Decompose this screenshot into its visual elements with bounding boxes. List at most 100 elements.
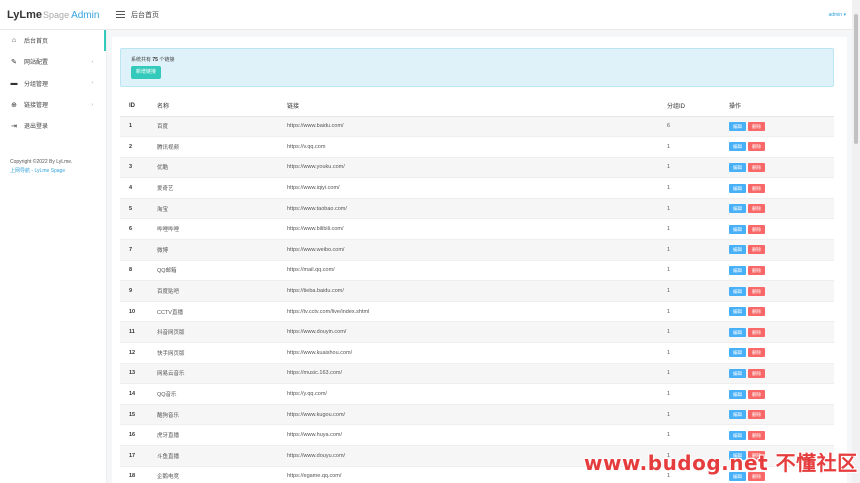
edit-button[interactable]: 编辑 (729, 162, 746, 172)
delete-button[interactable]: 删除 (748, 368, 765, 378)
header-name[interactable]: 名称 (157, 96, 287, 117)
footer-link[interactable]: 上网导航 - LyLme Spage (10, 167, 106, 176)
sidebar-item-label: 后台首页 (24, 39, 49, 46)
cell-id: 2 (120, 136, 157, 158)
home-icon: ⌂ (11, 37, 17, 45)
cell-actions: 编辑 删除 (729, 157, 834, 179)
delete-button[interactable]: 删除 (748, 204, 765, 214)
cell-url: https://www.youku.com/ (287, 157, 667, 179)
cell-group-id: 1 (667, 136, 729, 158)
sidebar-item-4[interactable]: ⇥ 退出登录 (0, 115, 106, 136)
user-menu[interactable]: admin ▾ (828, 12, 846, 18)
table-row: 6 哔哩哔哩 https://www.bilibili.com/1 编辑 删除 (120, 218, 834, 241)
edit-button[interactable]: 编辑 (729, 368, 746, 378)
edit-button[interactable]: 编辑 (729, 410, 746, 420)
cell-url: https://tieba.baidu.com/ (287, 280, 667, 302)
sidebar-item-0[interactable]: ⌂ 后台首页 (0, 30, 106, 52)
delete-button[interactable]: 删除 (748, 410, 765, 420)
delete-button[interactable]: 删除 (748, 142, 765, 152)
edit-button[interactable]: 编辑 (729, 204, 746, 214)
edit-button[interactable]: 编辑 (729, 224, 746, 234)
delete-button[interactable]: 删除 (748, 286, 765, 296)
edit-button[interactable]: 编辑 (729, 245, 746, 255)
cell-group-id: 1 (667, 342, 729, 364)
delete-button[interactable]: 删除 (748, 245, 765, 255)
cell-group-id: 1 (667, 198, 729, 220)
cell-name: 百度 (157, 116, 287, 138)
page-scrollbar[interactable] (852, 0, 860, 483)
delete-button[interactable]: 删除 (748, 162, 765, 172)
cell-group-id: 1 (667, 157, 729, 179)
header-url[interactable]: 链接 (287, 96, 667, 117)
table-row: 1 百度 https://www.baidu.com/6 编辑 删除 (120, 116, 834, 138)
cell-name: 抖音网页版 (157, 321, 287, 344)
sidebar-item-1[interactable]: ✎ 网站配置 › (0, 51, 106, 72)
edit-button[interactable]: 编辑 (729, 348, 746, 358)
table-row: 4 爱奇艺 https://www.iqiyi.com/1 编辑 删除 (120, 177, 834, 199)
cell-actions: 编辑 删除 (729, 136, 834, 158)
header-actions: 操作 (729, 96, 834, 117)
edit-button[interactable]: 编辑 (729, 430, 746, 440)
table-row: 10 CCTV直播 https://tv.cctv.com/live/index.s… (120, 301, 834, 323)
cell-group-id: 1 (667, 301, 729, 323)
cell-group-id: 1 (667, 218, 729, 241)
edit-button[interactable]: 编辑 (729, 265, 746, 275)
edit-button[interactable]: 编辑 (729, 183, 746, 193)
add-link-button[interactable]: 新增链接 (131, 66, 162, 79)
sidebar-item-3[interactable]: ⊕ 链接管理 › (0, 94, 106, 115)
cell-name: QQ邮箱 (157, 260, 287, 282)
header-group-id[interactable]: 分组ID (667, 96, 729, 117)
cell-url: https://tv.cctv.com/live/index.shtml (287, 301, 667, 323)
delete-button[interactable]: 删除 (748, 348, 765, 358)
delete-button[interactable]: 删除 (748, 327, 765, 337)
sidebar-item-label: 网站配置 (24, 60, 49, 67)
table-row: 9 百度贴吧 https://tieba.baidu.com/1 编辑 删除 (120, 280, 834, 302)
header-id[interactable]: ID (120, 96, 157, 117)
edit-button[interactable]: 编辑 (729, 142, 746, 152)
watermark-text: www.budog.net 不懂社区 (584, 451, 858, 475)
edit-button[interactable]: 编辑 (729, 327, 746, 337)
sidebar-item-2[interactable]: ▬ 分组管理 › (0, 73, 106, 94)
cell-actions: 编辑 删除 (729, 342, 834, 364)
cell-actions: 编辑 删除 (729, 198, 834, 220)
edit-button[interactable]: 编辑 (729, 389, 746, 399)
copyright-text: Copyright ©2022 By LyLme. (10, 159, 73, 166)
cell-name: 快手网页版 (157, 342, 287, 364)
table-row: 2 腾讯视频 https://v.qq.com 1 编辑 删除 (120, 136, 834, 158)
count-prefix: 系统共有 (131, 57, 152, 63)
cell-actions: 编辑 删除 (729, 177, 834, 199)
logo[interactable]: LyLme Spage Admin (0, 9, 108, 21)
cell-name: 虎牙直播 (157, 424, 287, 446)
cell-id: 14 (120, 383, 157, 405)
delete-button[interactable]: 删除 (748, 265, 765, 275)
cell-id: 6 (120, 218, 157, 241)
edit-button[interactable]: 编辑 (729, 286, 746, 296)
delete-button[interactable]: 删除 (748, 307, 765, 317)
cell-name: 酷狗音乐 (157, 404, 287, 426)
cell-id: 8 (120, 260, 157, 282)
cell-actions: 编辑 删除 (729, 363, 834, 385)
delete-button[interactable]: 删除 (748, 430, 765, 440)
edit-button[interactable]: 编辑 (729, 121, 746, 131)
cell-actions: 编辑 删除 (729, 424, 834, 446)
edit-button[interactable]: 编辑 (729, 307, 746, 317)
table-row: 11 抖音网页版 https://www.douyin.com/1 编辑 删除 (120, 321, 834, 344)
menu-toggle-icon[interactable] (116, 11, 125, 18)
cell-url: https://music.163.com/ (287, 363, 667, 385)
cell-name: 腾讯视频 (157, 136, 287, 158)
delete-button[interactable]: 删除 (748, 389, 765, 399)
cell-url: https://www.kugou.com/ (287, 404, 667, 426)
cell-url: https://www.bilibili.com/ (287, 218, 667, 241)
table-row: 8 QQ邮箱 https://mail.qq.com/1 编辑 删除 (120, 260, 834, 282)
table-row: 15 酷狗音乐 https://www.kugou.com/1 编辑 删除 (120, 404, 834, 426)
cell-group-id: 1 (667, 260, 729, 282)
cell-actions: 编辑 删除 (729, 116, 834, 138)
table-row: 14 QQ音乐 https://y.qq.com/1 编辑 删除 (120, 383, 834, 405)
sidebar-item-label: 退出登录 (24, 124, 49, 131)
table-row: 3 优酷 https://www.youku.com/1 编辑 删除 (120, 157, 834, 179)
cell-group-id: 1 (667, 177, 729, 199)
scrollbar-thumb[interactable] (854, 14, 858, 144)
delete-button[interactable]: 删除 (748, 224, 765, 234)
delete-button[interactable]: 删除 (748, 121, 765, 131)
delete-button[interactable]: 删除 (748, 183, 765, 193)
